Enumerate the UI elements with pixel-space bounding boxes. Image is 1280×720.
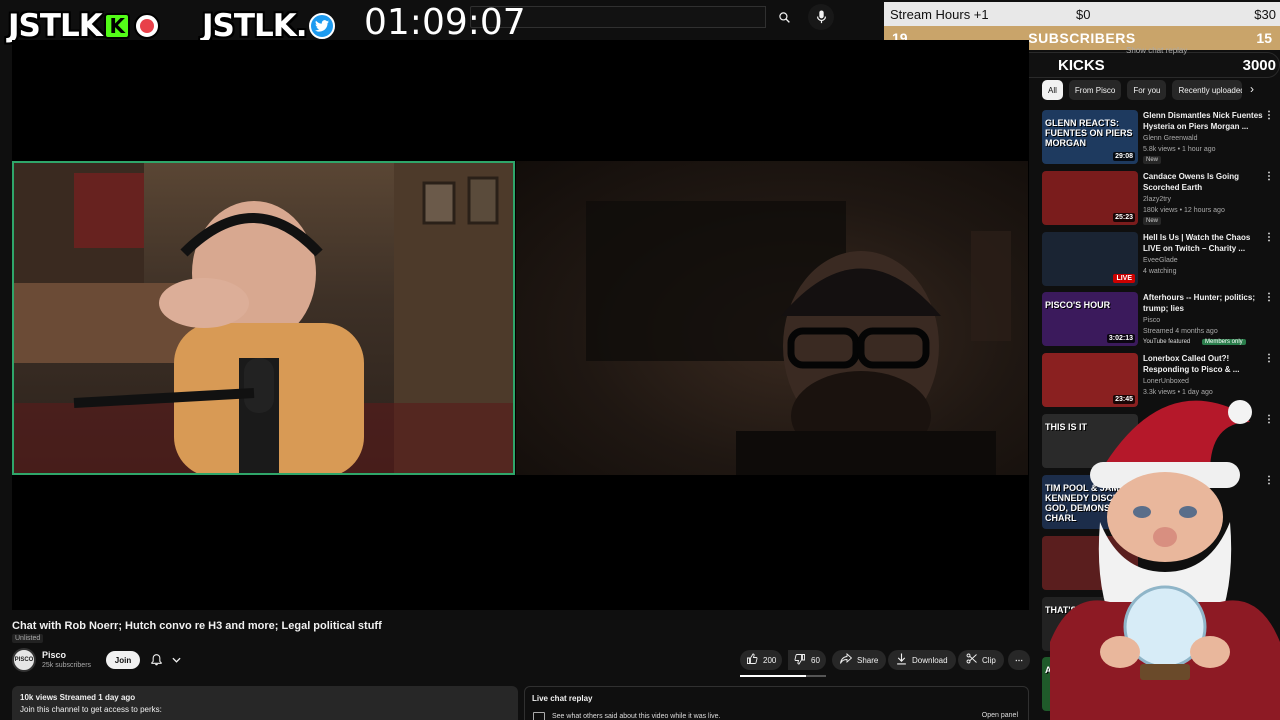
clip-label: Clip [982,655,996,665]
show-chat-replay-link[interactable]: Show chat replay [1126,46,1187,55]
featured-label: YouTube featured [1143,339,1191,345]
twitter-icon [308,13,335,39]
like-ratio-bar [740,675,826,677]
filter-chips: All From Pisco For you Recently uploaded [1042,80,1243,100]
recommendation-channel[interactable]: 2lazy2try [1143,196,1171,203]
live-chat-replay-panel: Live chat replay See what others said ab… [524,686,1029,720]
new-badge: New [1143,217,1162,225]
share-button[interactable]: Share [832,650,887,670]
dislike-count: 60 [811,655,820,665]
description-text: Join this channel to get access to perks… [20,705,162,714]
kicks-target: 3000 [1242,57,1276,74]
video-meta: 10k views Streamed 1 day ago [20,693,136,702]
santa-overlay-graphic [1050,382,1280,720]
clip-button[interactable]: Clip [958,650,1004,670]
recommendation-item[interactable]: LIVE Hell Is Us | Watch the Chaos LIVE on… [1042,232,1274,288]
video-title: Chat with Rob Noerr; Hutch convo re H3 a… [12,620,382,632]
unlisted-badge: Unlisted [12,634,44,643]
thumbnail-text: GLENN REACTS: FUENTES ON PIERS MORGAN [1045,118,1133,148]
video-duration: 25:23 [1113,213,1135,222]
recommendation-meta: 180k views • 12 hours ago [1143,207,1225,214]
scissors-icon [966,653,977,667]
recommendation-meta: 5.8k views • 1 hour ago [1143,146,1216,153]
record-icon [133,13,160,39]
more-actions-button[interactable]: ⋯ [1008,650,1030,670]
members-only-badge: Members only [1202,339,1246,345]
more-options-icon[interactable]: ⋮ [1264,353,1274,364]
recommendation-meta: 4 watching [1143,268,1177,275]
chip-all[interactable]: All [1042,80,1063,100]
logo-text: JSTLK. [202,8,308,44]
recommendation-item[interactable]: 25:23 Candace Owens Is Going Scorched Ear… [1042,171,1274,227]
subscribers-target: 15 [1256,30,1272,46]
search-icon [778,11,790,23]
channel-name[interactable]: Pisco [42,650,66,660]
notifications-button[interactable] [146,651,186,669]
thumbs-up-icon [746,653,758,668]
share-icon [840,652,853,667]
voice-search-button[interactable] [808,4,834,30]
kicks-label: KICKS [1058,57,1105,74]
kick-icon: K [103,13,130,39]
recommendation-channel[interactable]: Pisco [1143,317,1160,324]
more-options-icon[interactable]: ⋮ [1264,292,1274,303]
download-button[interactable]: Download [888,650,956,670]
chevron-right-icon[interactable]: › [1250,82,1254,96]
like-button[interactable]: 200 [740,650,783,670]
recommendation-channel[interactable]: Glenn Greenwald [1143,135,1197,142]
chat-icon [533,712,545,720]
webcam-left [12,161,515,475]
thumbnail-text: PISCO'S HOUR [1045,300,1111,310]
channel-avatar[interactable]: PISCO [12,648,36,672]
like-ratio-fill [740,675,807,677]
video-thumbnail[interactable]: GLENN REACTS: FUENTES ON PIERS MORGAN 29:… [1042,110,1138,164]
recommendation-item[interactable]: GLENN REACTS: FUENTES ON PIERS MORGAN 29:… [1042,110,1274,166]
recommendation-title[interactable]: Candace Owens Is Going Scorched Earth [1143,171,1263,193]
mic-icon [816,10,826,24]
join-button[interactable]: Join [106,651,140,669]
recommendation-title[interactable]: Lonerbox Called Out?! Responding to Pisc… [1143,353,1263,375]
new-badge: New [1143,156,1162,164]
stream-timer: 01:09:07 [364,2,526,43]
recommendation-channel[interactable]: EveeGlade [1143,257,1178,264]
video-duration: 29:08 [1113,152,1135,161]
live-chat-subtitle: See what others said about this video wh… [552,713,721,720]
stream-hours-label: Stream Hours +1 [890,7,989,22]
description-box[interactable]: 10k views Streamed 1 day ago Join this c… [12,686,518,720]
chip-for-you[interactable]: For you [1127,80,1167,100]
thumbs-down-icon [794,653,806,668]
live-chat-title: Live chat replay [532,694,593,703]
like-count: 200 [763,655,777,665]
live-badge: LIVE [1113,274,1135,283]
video-duration: 3:02:13 [1106,334,1135,343]
recommendation-title[interactable]: Glenn Dismantles Nick Fuentes Hysteria o… [1143,110,1263,132]
logo-text: JSTLK [8,8,103,44]
more-options-icon[interactable]: ⋮ [1264,232,1274,243]
more-options-icon[interactable]: ⋮ [1264,171,1274,182]
more-options-icon[interactable]: ⋮ [1264,110,1274,121]
open-panel-button[interactable]: Open panel [982,712,1018,719]
chip-recently-uploaded[interactable]: Recently uploaded [1172,80,1243,100]
recommendation-meta: Streamed 4 months ago [1143,328,1218,335]
video-thumbnail[interactable]: PISCO'S HOUR 3:02:13 [1042,292,1138,346]
search-button[interactable] [768,6,800,28]
bell-icon [151,654,162,666]
recommendation-title[interactable]: Afterhours -- Hunter; politics; trump; l… [1143,292,1263,314]
chevron-down-icon [172,657,181,663]
stream-hours-current: $0 [1076,7,1091,22]
stream-hours-target: $30 [1254,7,1276,22]
download-icon [896,653,907,668]
recommendation-item[interactable]: PISCO'S HOUR 3:02:13 Afterhours -- Hunter;… [1042,292,1274,348]
share-label: Share [857,655,879,665]
download-label: Download [912,655,948,665]
recommendation-title[interactable]: Hell Is Us | Watch the Chaos LIVE on Twi… [1143,232,1263,254]
stream-hours-goal: Stream Hours +1 $0 $30 [884,2,1280,26]
channel-subscriber-count: 25k subscribers [42,662,92,669]
dislike-button[interactable]: 60 [788,650,826,670]
chip-from-pisco[interactable]: From Pisco [1068,80,1122,100]
webcam-right [516,161,1028,475]
video-thumbnail[interactable]: LIVE [1042,232,1138,286]
video-thumbnail[interactable]: 25:23 [1042,171,1138,225]
